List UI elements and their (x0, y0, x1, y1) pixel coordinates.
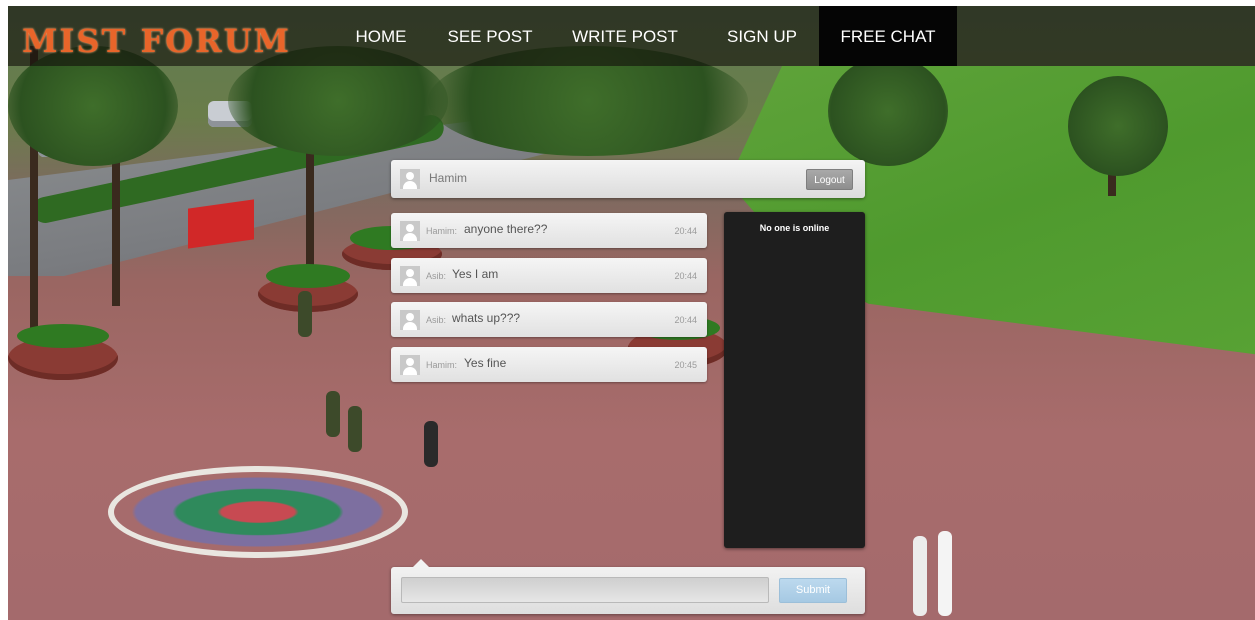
message-author: Hamim: (426, 226, 457, 236)
nav-item-home[interactable]: HOME (348, 6, 414, 66)
background-person (348, 406, 362, 452)
chat-header-bar: Hamim Logout (391, 160, 865, 198)
chat-message: Asib: whats up??? 20:44 (391, 302, 707, 337)
message-author: Asib: (426, 271, 447, 281)
message-author: Asib: (426, 315, 447, 325)
submit-button[interactable]: Submit (779, 578, 847, 603)
background-tree-canopy (1068, 76, 1168, 176)
online-status-text: No one is online (759, 223, 830, 233)
chat-message: Asib: Yes I am 20:44 (391, 258, 707, 293)
logout-button[interactable]: Logout (806, 169, 853, 190)
user-avatar-icon (400, 221, 420, 241)
background-person (913, 536, 927, 616)
message-composer: Submit (391, 559, 865, 614)
user-avatar-icon (400, 310, 420, 330)
chat-message: Hamim: anyone there?? 20:44 (391, 213, 707, 248)
background-person (298, 291, 312, 337)
message-time: 20:44 (674, 315, 697, 325)
message-author: Hamim: (426, 360, 457, 370)
background-campus-emblem (108, 466, 408, 558)
top-navigation-bar: MIST FORUM HOME SEE POST WRITE POST SIGN… (8, 6, 1255, 66)
nav-item-free-chat[interactable]: FREE CHAT (819, 6, 957, 66)
user-avatar-icon (400, 169, 420, 189)
current-user-name: Hamim (429, 171, 467, 185)
background-person (326, 391, 340, 437)
background-person (424, 421, 438, 467)
chat-message: Hamim: Yes fine 20:45 (391, 347, 707, 382)
background-planter (8, 324, 118, 380)
background-person (938, 531, 952, 616)
nav-item-write-post[interactable]: WRITE POST (568, 6, 682, 66)
nav-item-sign-up[interactable]: SIGN UP (714, 6, 810, 66)
message-time: 20:44 (674, 271, 697, 281)
message-text: Yes I am (452, 267, 499, 281)
user-avatar-icon (400, 355, 420, 375)
online-users-panel: No one is online (724, 212, 865, 548)
message-time: 20:45 (674, 360, 697, 370)
message-input[interactable] (401, 577, 769, 603)
message-text: whats up??? (452, 311, 521, 325)
user-avatar-icon (400, 266, 420, 286)
background-banner (188, 199, 254, 249)
site-logo[interactable]: MIST FORUM (22, 22, 291, 60)
background-tree-canopy (828, 56, 948, 166)
message-time: 20:44 (674, 226, 697, 236)
message-text: anyone there?? (464, 222, 548, 236)
nav-item-see-post[interactable]: SEE POST (440, 6, 540, 66)
message-text: Yes fine (464, 356, 507, 370)
